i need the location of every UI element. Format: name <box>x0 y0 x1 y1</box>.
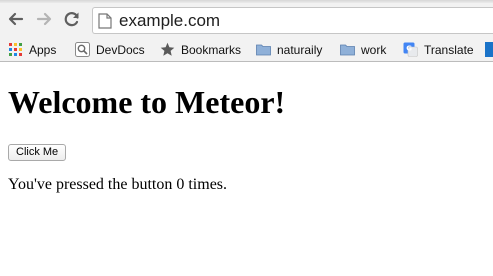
browser-toolbar: example.com <box>0 0 493 38</box>
page-content: Welcome to Meteor! Click Me You've press… <box>8 62 488 193</box>
google-translate-icon: G <box>403 42 418 57</box>
bookmark-bookmarks[interactable]: Bookmarks <box>160 38 241 61</box>
bookmark-devdocs[interactable]: DevDocs <box>75 38 145 61</box>
reload-icon <box>64 12 79 27</box>
bookmark-label: Translate <box>424 42 474 57</box>
press-counter-text: You've pressed the button 0 times. <box>8 176 227 194</box>
address-bar[interactable]: example.com <box>92 7 493 34</box>
bookmark-label: Bookmarks <box>181 42 242 57</box>
reload-button[interactable] <box>62 9 82 29</box>
counter-prefix: You've pressed the button <box>8 176 173 193</box>
window-edge <box>0 0 493 3</box>
star-icon <box>160 42 175 56</box>
forward-button[interactable] <box>34 9 54 29</box>
bookmark-label: naturaily <box>277 42 323 57</box>
apps-grid-icon <box>9 43 22 56</box>
bookmarks-overflow-edge <box>485 42 493 57</box>
back-arrow-icon <box>8 12 24 26</box>
bookmarks-bar: Apps DevDocs Bookmarks naturaily work G <box>0 38 493 62</box>
bookmark-label: work <box>361 42 387 57</box>
forward-arrow-icon <box>36 12 52 26</box>
bookmark-label: DevDocs <box>96 42 145 57</box>
devdocs-icon <box>75 42 90 57</box>
page-title: Welcome to Meteor! <box>8 84 286 120</box>
click-me-button[interactable]: Click Me <box>8 144 67 161</box>
page-icon <box>98 13 112 29</box>
svg-text:G: G <box>406 45 412 53</box>
folder-icon <box>256 44 271 56</box>
counter-value: 0 <box>176 176 185 193</box>
bookmark-apps[interactable]: Apps <box>8 38 56 61</box>
bookmark-translate[interactable]: G Translate <box>403 38 474 61</box>
url-text: example.com <box>119 11 221 30</box>
bookmark-label: Apps <box>29 42 57 57</box>
counter-suffix: times. <box>188 176 228 193</box>
bookmark-folder-work[interactable]: work <box>340 38 386 61</box>
back-button[interactable] <box>6 9 26 29</box>
folder-icon <box>340 44 355 56</box>
bookmark-folder-naturaily[interactable]: naturaily <box>256 38 322 61</box>
